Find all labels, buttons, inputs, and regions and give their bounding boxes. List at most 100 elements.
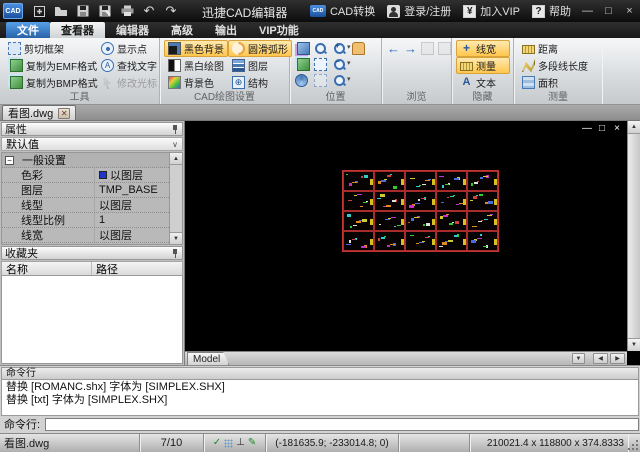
tab-advanced[interactable]: 高级 bbox=[160, 22, 204, 38]
tab-vip-features[interactable]: VIP功能 bbox=[248, 22, 310, 38]
preset-value: 默认值 bbox=[6, 139, 39, 151]
property-row-linetype-scale[interactable]: 线型比例 1 bbox=[2, 213, 169, 228]
pin-icon[interactable] bbox=[171, 124, 179, 134]
polyline-length-label: 多段线长度 bbox=[538, 62, 588, 73]
area-button[interactable]: 面积 bbox=[518, 74, 599, 91]
drawing-canvas[interactable]: — □ × ▲ ▼ Model ▼ ◀ ▶ bbox=[185, 121, 640, 365]
property-row-lineweight[interactable]: 线宽 以图层 bbox=[2, 228, 169, 243]
rotate-view-button[interactable] bbox=[294, 72, 313, 88]
background-color-button[interactable]: 背景色 bbox=[164, 74, 228, 91]
resize-grip[interactable] bbox=[628, 434, 640, 452]
scroll-down-icon[interactable]: ▼ bbox=[628, 338, 640, 351]
main-area: 属性 默认值 ∨ − 一般设置 色彩 以图层 图层 TMP_BASE 线型 以图… bbox=[0, 121, 640, 365]
ortho-mode-icon[interactable]: ⊥ bbox=[236, 437, 245, 449]
property-row-color[interactable]: 色彩 以图层 bbox=[2, 168, 169, 183]
distance-button[interactable]: 距离 bbox=[518, 40, 599, 57]
scroll-down-icon[interactable]: ▼ bbox=[170, 232, 182, 244]
command-input[interactable] bbox=[45, 417, 639, 431]
login-button[interactable]: 登录/注册 bbox=[387, 3, 451, 19]
back-button[interactable]: ← bbox=[386, 41, 401, 57]
modify-cursor-icon bbox=[103, 76, 112, 89]
bw-drawing-button[interactable]: 黑白绘图 bbox=[164, 57, 228, 74]
collapse-icon[interactable]: − bbox=[5, 155, 14, 165]
paste-3d-button[interactable] bbox=[294, 40, 313, 56]
minimize-button[interactable]: — bbox=[577, 2, 598, 20]
new-file-button[interactable] bbox=[30, 3, 48, 19]
tab-output[interactable]: 输出 bbox=[204, 22, 248, 38]
column-path[interactable]: 路径 bbox=[92, 262, 182, 276]
mdi-minimize-icon[interactable]: — bbox=[582, 124, 592, 134]
canvas-vertical-scrollbar[interactable]: ▲ ▼ bbox=[627, 121, 640, 351]
copy-view-button[interactable] bbox=[294, 56, 313, 72]
scroll-left-button[interactable]: ◀ bbox=[593, 353, 608, 364]
column-name[interactable]: 名称 bbox=[2, 262, 92, 276]
polyline-length-button[interactable]: 多段线长度 bbox=[518, 57, 599, 74]
preset-dropdown[interactable]: 默认值 ∨ bbox=[1, 137, 183, 151]
tab-editor[interactable]: 编辑器 bbox=[105, 22, 160, 38]
next-page-button[interactable] bbox=[437, 41, 452, 57]
structure-button[interactable]: ⊕ 结构 bbox=[228, 74, 292, 91]
tab-file[interactable]: 文件 bbox=[6, 22, 50, 38]
cad-convert-button[interactable]: CAD CAD转换 bbox=[309, 3, 376, 19]
show-point-button[interactable]: 显示点 bbox=[97, 40, 161, 57]
undo-button[interactable]: ↶ bbox=[140, 3, 158, 19]
layout-dropdown-button[interactable]: ▼ bbox=[572, 353, 585, 364]
maximize-button[interactable]: □ bbox=[598, 2, 619, 20]
mdi-close-icon[interactable]: × bbox=[612, 124, 622, 134]
model-tab[interactable]: Model bbox=[187, 352, 229, 365]
save-button[interactable] bbox=[74, 3, 92, 19]
print-button[interactable] bbox=[118, 3, 136, 19]
copy-bmp-button[interactable]: 复制为BMP格式 bbox=[4, 74, 98, 91]
line-width-button[interactable]: + 线宽 bbox=[456, 40, 510, 57]
structure-icon: ⊕ bbox=[232, 76, 245, 89]
zoom-scale-button[interactable]: ▾ bbox=[332, 72, 351, 88]
document-tab-close-icon[interactable]: ✕ bbox=[58, 107, 71, 119]
scroll-up-icon[interactable]: ▲ bbox=[170, 153, 182, 165]
property-row-linetype[interactable]: 线型 以图层 bbox=[2, 198, 169, 213]
help-button[interactable]: ? 帮助 bbox=[532, 3, 571, 19]
prev-page-button[interactable] bbox=[420, 41, 435, 57]
cad-convert-label: CAD转换 bbox=[329, 6, 376, 18]
ribbon-group-hide: + 线宽 测量 A 文本 隐藏 bbox=[452, 38, 514, 104]
ribbon-group-browse: ← → 浏览 bbox=[382, 38, 452, 104]
document-tab[interactable]: 看图.dwg ✕ bbox=[2, 105, 77, 120]
find-text-button[interactable]: A 查找文字 bbox=[97, 57, 161, 74]
distance-icon bbox=[522, 45, 535, 54]
zoom-extents-button[interactable] bbox=[313, 56, 332, 72]
property-group-row[interactable]: − 一般设置 bbox=[2, 153, 169, 168]
zoom-window-button[interactable] bbox=[313, 40, 332, 56]
copy-emf-button[interactable]: 复制为EMF格式 bbox=[4, 57, 97, 74]
pin-icon[interactable] bbox=[171, 248, 179, 258]
clip-frame-button[interactable]: 剪切框架 bbox=[4, 40, 97, 57]
smooth-arc-button[interactable]: 圆滑弧形 bbox=[228, 39, 292, 58]
drawing-cell bbox=[467, 211, 498, 231]
draw-mode-icon[interactable]: ✎ bbox=[248, 437, 256, 449]
favorites-list[interactable] bbox=[1, 276, 183, 364]
join-vip-button[interactable]: ¥ 加入VIP bbox=[463, 3, 520, 19]
scroll-up-icon[interactable]: ▲ bbox=[628, 121, 640, 134]
hide-text-button[interactable]: A 文本 bbox=[456, 74, 510, 91]
object-snap-icon[interactable]: ✓ bbox=[213, 437, 221, 449]
scroll-right-button[interactable]: ▶ bbox=[610, 353, 625, 364]
mdi-restore-icon[interactable]: □ bbox=[597, 124, 607, 134]
save-as-button[interactable] bbox=[96, 3, 114, 19]
tab-viewer[interactable]: 查看器 bbox=[50, 22, 105, 38]
grid-mode-icon[interactable] bbox=[224, 438, 234, 448]
redo-button[interactable]: ↷ bbox=[162, 3, 180, 19]
properties-scrollbar[interactable]: ▲ ▼ bbox=[169, 153, 182, 244]
modify-cursor-button[interactable]: 修改光标 bbox=[97, 74, 161, 91]
zoom-out-button[interactable]: − ▾ bbox=[332, 56, 351, 72]
properties-title: 属性 bbox=[5, 124, 27, 136]
layers-button[interactable]: 图层 bbox=[228, 57, 292, 74]
previous-view-button[interactable] bbox=[313, 72, 332, 88]
hide-measure-button[interactable]: 测量 bbox=[456, 57, 510, 74]
pan-button[interactable] bbox=[351, 40, 370, 56]
property-row-layer[interactable]: 图层 TMP_BASE bbox=[2, 183, 169, 198]
drawing-cell bbox=[436, 191, 467, 211]
black-background-button[interactable]: 黑色背景 bbox=[164, 40, 228, 57]
zoom-in-button[interactable]: + ▾ bbox=[332, 40, 351, 56]
close-button[interactable]: × bbox=[619, 2, 640, 20]
drawing-cell bbox=[405, 231, 436, 251]
forward-button[interactable]: → bbox=[403, 41, 418, 57]
open-file-button[interactable] bbox=[52, 3, 70, 19]
